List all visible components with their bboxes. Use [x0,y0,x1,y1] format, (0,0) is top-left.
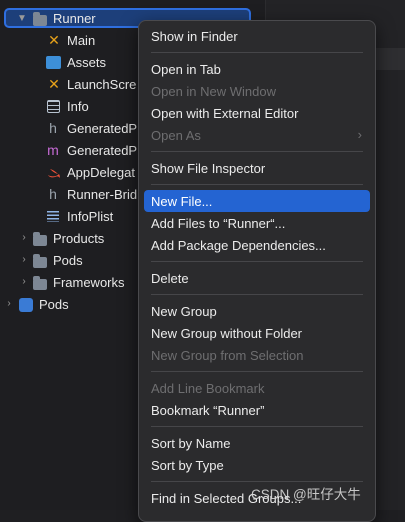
objc-file-icon: m [47,142,59,158]
project-icon [19,298,33,312]
nav-item-label: GeneratedP [67,143,138,158]
folder-icon [33,254,47,268]
menu-item-label: New Group from Selection [151,348,304,363]
menu-item-delete[interactable]: Delete [144,267,370,289]
menu-item-open-with-external-editor[interactable]: Open with External Editor [144,102,370,124]
nav-item-label: Frameworks [53,275,125,290]
menu-item-show-file-inspector[interactable]: Show File Inspector [144,157,370,179]
header-file-icon: h [49,120,57,136]
menu-item-bookmark-runner[interactable]: Bookmark “Runner” [144,399,370,421]
chevron-right-icon[interactable]: › [18,276,30,287]
nav-item-label: AppDelegat [67,165,135,180]
nav-item-label: Runner [53,11,96,26]
menu-item-label: Add Package Dependencies... [151,238,326,253]
nav-item-label: Assets [67,55,107,70]
menu-item-label: Delete [151,271,189,286]
chevron-down-icon[interactable]: ▼ [16,13,28,24]
menu-item-label: New Group [151,304,217,319]
menu-item-label: Open with External Editor [151,106,299,121]
nav-item-label: GeneratedP [67,121,138,136]
folder-icon [33,232,47,246]
menu-item-label: Open in New Window [151,84,276,99]
menu-item-label: Bookmark “Runner” [151,403,265,418]
menu-item-add-package-dependencies[interactable]: Add Package Dependencies... [144,234,370,256]
menu-item-label: Sort by Name [151,436,231,451]
chevron-right-icon[interactable]: › [3,298,15,309]
interface-builder-icon: ✕ [48,32,60,48]
menu-item-new-group[interactable]: New Group [144,300,370,322]
header-file-icon: h [49,186,57,202]
nav-item-label: Runner-Brid [67,187,138,202]
menu-item-add-line-bookmark: Add Line Bookmark [144,377,370,399]
menu-item-new-file[interactable]: New File... [144,190,370,212]
plist-icon [47,100,60,113]
chevron-right-icon: › [357,127,362,142]
menu-item-label: New File... [151,194,213,209]
menu-separator [151,426,363,427]
watermark: CSDN @旺仔大牛 [251,487,361,502]
menu-item-label: New Group without Folder [151,326,303,341]
strings-file-icon [47,211,59,222]
asset-catalog-icon [46,56,61,69]
context-menu: Show in Finder Open in Tab Open in New W… [138,20,376,522]
menu-separator [151,261,363,262]
menu-separator [151,151,363,152]
menu-separator [151,184,363,185]
nav-item-label: InfoPlist [67,209,114,224]
menu-item-sort-by-name[interactable]: Sort by Name [144,432,370,454]
menu-item-open-in-new-window: Open in New Window [144,80,370,102]
menu-item-open-in-tab[interactable]: Open in Tab [144,58,370,80]
nav-item-label: Pods [53,253,83,268]
folder-icon [33,276,47,290]
menu-item-show-in-finder[interactable]: Show in Finder [144,25,370,47]
menu-item-add-files[interactable]: Add Files to “Runner“... [144,212,370,234]
nav-item-label: Pods [39,297,69,312]
menu-item-sort-by-type[interactable]: Sort by Type [144,454,370,476]
nav-item-label: Main [67,33,96,48]
menu-item-label: Show in Finder [151,29,238,44]
chevron-right-icon[interactable]: › [18,254,30,265]
nav-item-label: Products [53,231,105,246]
menu-separator [151,481,363,482]
menu-item-open-as: Open As › [144,124,370,146]
menu-item-label: Show File Inspector [151,161,266,176]
menu-separator [151,294,363,295]
menu-item-label: Add Files to “Runner“... [151,216,286,231]
menu-item-label: Open in Tab [151,62,221,77]
folder-icon [33,12,47,26]
interface-builder-icon: ✕ [48,76,60,92]
menu-item-label: Add Line Bookmark [151,381,265,396]
menu-item-label: Sort by Type [151,458,224,473]
nav-item-label: LaunchScre [67,77,137,92]
menu-item-new-group-from-selection: New Group from Selection [144,344,370,366]
menu-item-new-group-without-folder[interactable]: New Group without Folder [144,322,370,344]
menu-item-label: Open As [151,128,201,143]
menu-separator [151,371,363,372]
menu-separator [151,52,363,53]
chevron-right-icon[interactable]: › [18,232,30,243]
swift-file-icon [47,167,61,179]
nav-item-label: Info [67,99,89,114]
